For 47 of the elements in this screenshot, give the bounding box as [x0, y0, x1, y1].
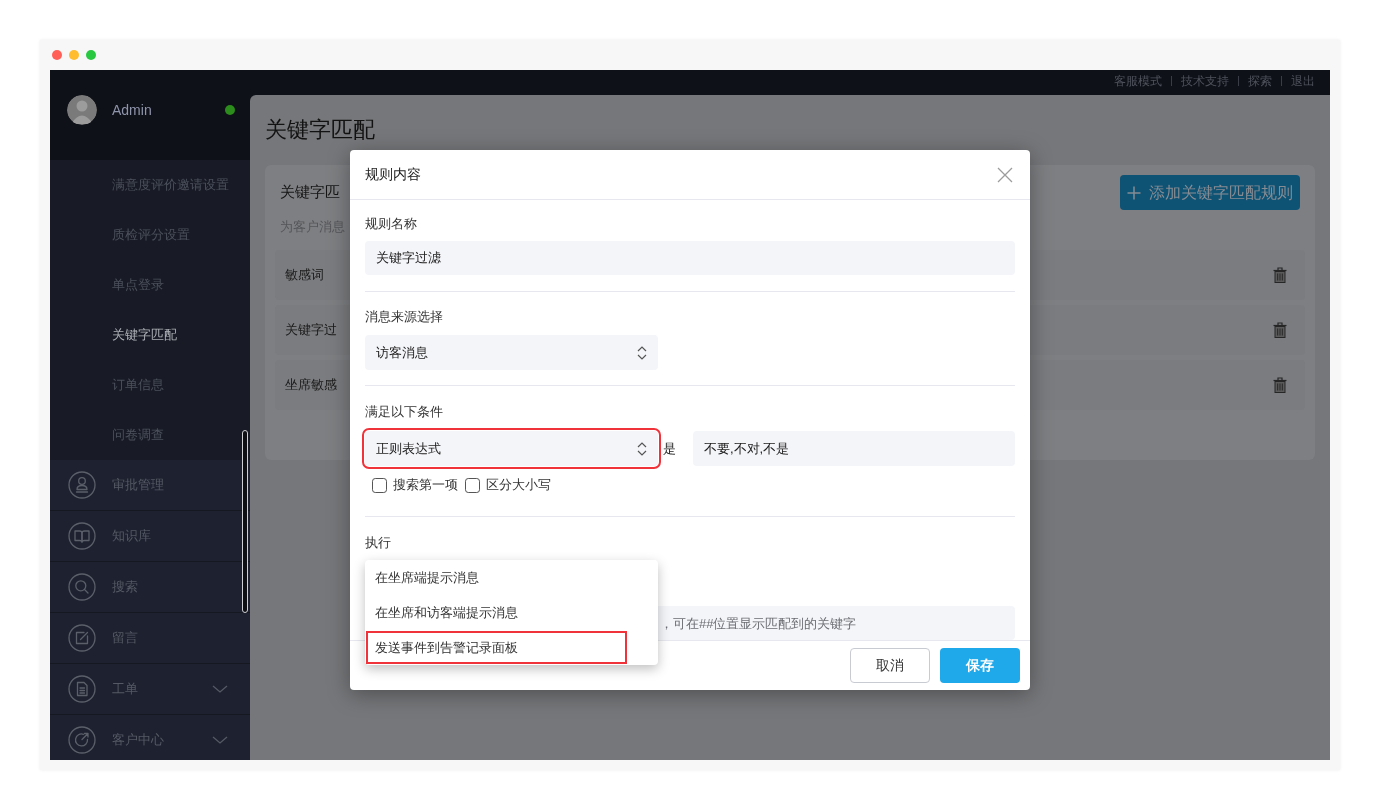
field-label: 规则名称 [365, 215, 417, 233]
top-link[interactable]: 客服模式 [1114, 74, 1162, 88]
updown-chevron-icon[interactable] [637, 345, 647, 360]
source-select[interactable]: 访客消息 [365, 335, 658, 370]
book-icon [68, 522, 96, 550]
checkbox[interactable] [372, 477, 387, 493]
trash-icon[interactable] [1273, 322, 1287, 338]
match-type-select[interactable]: 正则表达式 [365, 431, 658, 466]
field-label: 执行 [365, 534, 391, 552]
chevron-down-icon[interactable] [212, 685, 228, 693]
window-zoom-icon[interactable] [86, 50, 96, 60]
close-icon[interactable] [997, 166, 1013, 183]
page-title: 关键字匹配 [265, 116, 375, 144]
save-button[interactable]: 保存 [940, 648, 1020, 683]
checkbox[interactable] [465, 477, 480, 493]
top-link[interactable]: 退出 [1291, 74, 1315, 88]
document-icon [68, 675, 96, 703]
trash-icon[interactable] [1273, 267, 1287, 283]
sidebar-item[interactable]: 关键字匹配 [50, 310, 250, 360]
checkbox-label[interactable]: 搜索第一项 [393, 475, 458, 495]
rule-name: 关键字过 [285, 321, 337, 340]
add-rule-button[interactable]: 添加关键字匹配规则 [1120, 175, 1300, 210]
cancel-button[interactable]: 取消 [850, 648, 930, 683]
chevron-down-icon[interactable] [212, 736, 228, 744]
keyword-field[interactable]: 不要,不对,不是 [693, 431, 1015, 466]
dropdown-option[interactable]: 在坐席端提示消息 [365, 560, 658, 595]
operator-text: 是 [663, 439, 676, 458]
card-title: 关键字匹 [280, 182, 340, 203]
rule-name-field[interactable]: 关键字过滤 [365, 241, 1015, 275]
edit-icon [68, 624, 96, 652]
scrollbar-thumb[interactable] [242, 430, 248, 613]
window-close-icon[interactable] [52, 50, 62, 60]
top-link[interactable]: 探索 [1248, 74, 1272, 88]
dialog-title: 规则内容 [365, 165, 421, 184]
search-icon [68, 573, 96, 601]
plus-icon [1127, 185, 1141, 200]
top-link[interactable]: 技术支持 [1181, 74, 1229, 88]
checkbox-label[interactable]: 区分大小写 [486, 475, 551, 495]
rule-name: 坐席敏感 [285, 376, 337, 395]
rule-name: 敏感词 [285, 266, 324, 285]
stamp-icon [68, 471, 96, 499]
field-label: 满足以下条件 [365, 403, 443, 421]
updown-chevron-icon[interactable] [637, 441, 647, 456]
trash-icon[interactable] [1273, 377, 1287, 393]
field-label: 消息来源选择 [365, 308, 443, 326]
user-name: Admin [112, 100, 152, 120]
avatar-icon [67, 95, 97, 125]
